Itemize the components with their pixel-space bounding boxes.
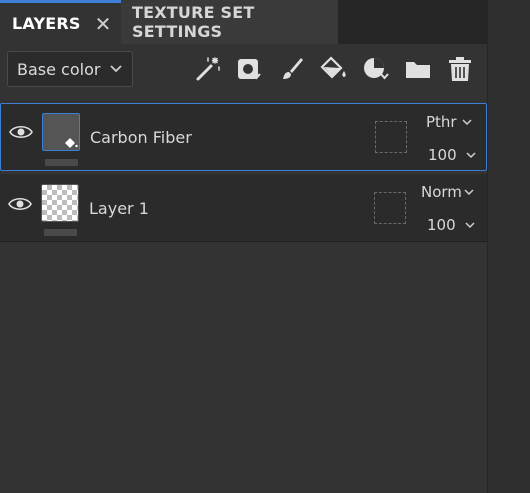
side-panel-strip: [487, 0, 530, 493]
tab-layers-label: LAYERS: [12, 14, 81, 33]
chevron-down-icon: [110, 65, 122, 73]
smart-material-icon[interactable]: [361, 54, 391, 84]
folder-icon[interactable]: [403, 54, 433, 84]
mask-slot[interactable]: [374, 192, 406, 224]
chevron-down-icon: [465, 222, 475, 229]
layer-list-empty-area[interactable]: [0, 243, 487, 493]
layer-thumbnail-bar: [44, 229, 77, 236]
blend-mode-dropdown[interactable]: Norm: [421, 183, 474, 201]
fill-bucket-icon[interactable]: [319, 54, 349, 84]
paint-brush-icon[interactable]: [277, 54, 307, 84]
blend-mode-dropdown[interactable]: Pthr: [426, 113, 472, 131]
mask-slot[interactable]: [375, 121, 407, 153]
trash-icon[interactable]: [445, 54, 475, 84]
opacity-value: 100: [427, 216, 456, 234]
opacity-dropdown[interactable]: 100: [428, 146, 476, 164]
layer-thumbnail[interactable]: [41, 184, 79, 222]
blend-mode-value: Pthr: [426, 113, 457, 131]
add-mask-icon[interactable]: [234, 54, 264, 84]
opacity-dropdown[interactable]: 100: [427, 216, 475, 234]
blend-mode-value: Norm: [421, 183, 462, 201]
chevron-down-icon: [462, 119, 472, 126]
tab-texture-set-settings[interactable]: TEXTURE SET SETTINGS: [121, 0, 338, 44]
layer-thumbnail-bar: [45, 159, 78, 166]
layer-name[interactable]: Carbon Fiber: [90, 128, 192, 147]
magic-wand-icon[interactable]: [193, 54, 223, 84]
layers-toolbar: Base color: [0, 44, 487, 100]
tab-texture-set-settings-label: TEXTURE SET SETTINGS: [132, 3, 255, 41]
channel-dropdown[interactable]: Base color: [7, 51, 133, 87]
fill-bucket-icon: [65, 138, 78, 148]
close-icon[interactable]: ✕: [95, 14, 112, 34]
tab-layers[interactable]: LAYERS ✕: [0, 0, 121, 44]
chevron-down-icon: [466, 152, 476, 159]
layer-name[interactable]: Layer 1: [89, 199, 149, 218]
layer-row-carbon-fiber[interactable]: Carbon Fiber Pthr 100: [0, 103, 487, 171]
channel-dropdown-value: Base color: [17, 59, 101, 79]
layer-thumbnail[interactable]: [42, 113, 80, 151]
opacity-value: 100: [428, 146, 457, 164]
chevron-down-icon: [464, 189, 474, 196]
eye-icon[interactable]: [8, 196, 32, 212]
layer-row-layer-1[interactable]: Layer 1 Norm 100: [0, 174, 487, 242]
eye-icon[interactable]: [9, 124, 33, 140]
tab-bar: LAYERS ✕ TEXTURE SET SETTINGS: [0, 0, 487, 44]
